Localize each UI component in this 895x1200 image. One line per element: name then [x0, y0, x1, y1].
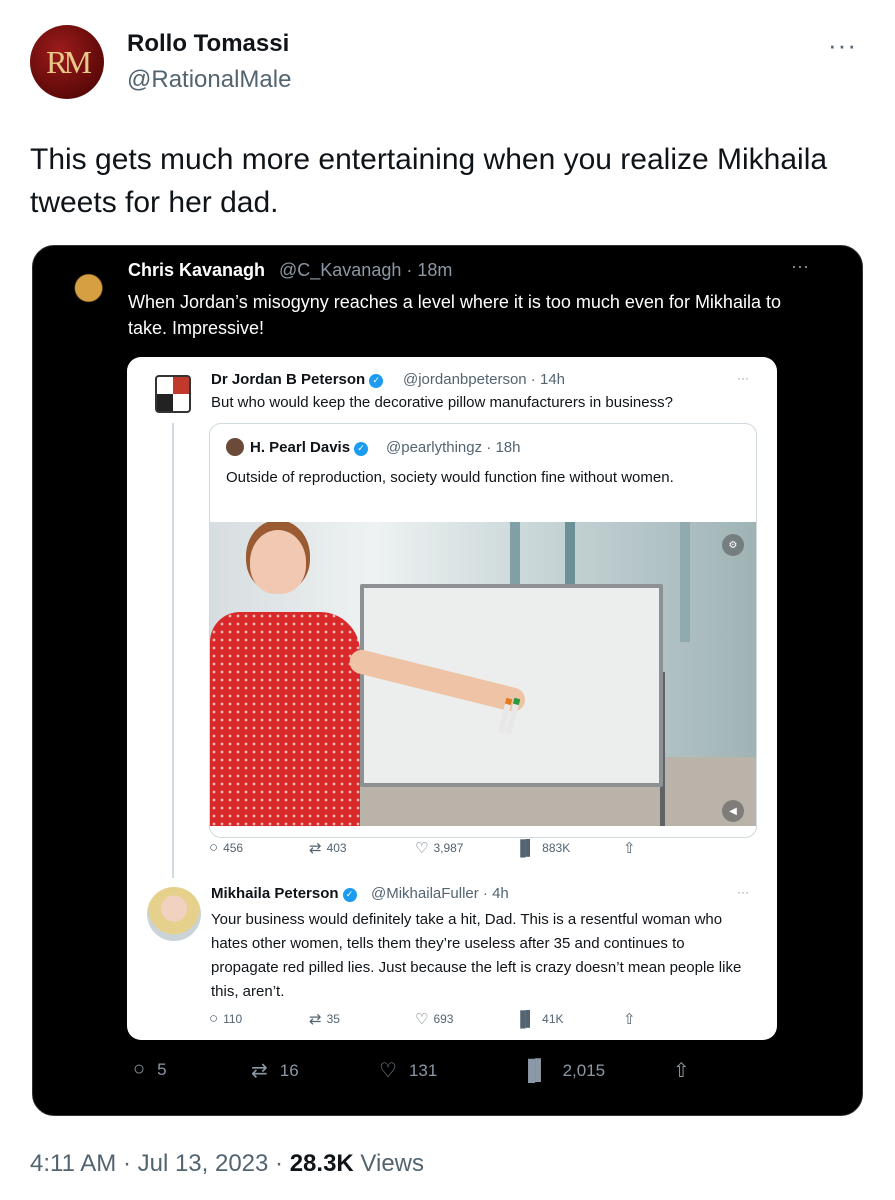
chris-share: ⇧ [673, 1058, 690, 1083]
reply-count: 456 [223, 840, 244, 855]
views-label: Views [360, 1150, 425, 1177]
jordan-name: Dr Jordan B Peterson ✓ [211, 371, 384, 388]
chris-reply-count: ○ 5 [133, 1058, 167, 1081]
retweet-count: 403 [326, 841, 347, 855]
retweet-icon: ⇄ [309, 1011, 322, 1028]
mute-icon: ◀ [722, 800, 744, 822]
author-avatar[interactable]: RM [30, 25, 104, 99]
jordan-handle: @jordanbpeterson · 14h [403, 371, 565, 388]
mikhaila-retweet-count: ⇄ 35 [309, 1010, 340, 1028]
like-count: 693 [433, 1012, 454, 1026]
quoted-tweet: H. Pearl Davis ✓ @pearlythingz · 18h Outs… [209, 423, 757, 838]
mikhaila-handle: @MikhailaFuller · 4h [371, 885, 509, 902]
chris-tweet-text: When Jordan’s misogyny reaches a level w… [128, 292, 781, 338]
jordan-name-text: Dr Jordan B Peterson [211, 371, 366, 388]
reply-count: 110 [223, 1011, 243, 1026]
pearl-name-text: H. Pearl Davis [250, 439, 351, 456]
mikhaila-name: Mikhaila Peterson ✓ [211, 885, 357, 902]
mikhaila-avatar [147, 887, 201, 941]
thread-line [172, 423, 174, 878]
mikhaila-more-icon: ··· [737, 885, 749, 899]
person-dress [210, 612, 360, 826]
retweet-count: 35 [326, 1012, 340, 1026]
chris-name: Chris Kavanagh [128, 260, 266, 280]
timestamp[interactable]: 4:11 AM · Jul 13, 2023 · [30, 1150, 283, 1177]
mikhaila-name-text: Mikhaila Peterson [211, 885, 339, 902]
verified-badge-icon: ✓ [369, 373, 384, 388]
share-icon: ⇧ [623, 840, 636, 857]
chris-view-count: ▐▍ 2,015 [521, 1058, 605, 1083]
curtain-stripe [680, 522, 690, 642]
pearl-avatar [226, 438, 244, 456]
verified-badge-icon: ✓ [354, 441, 369, 456]
person-head [250, 530, 306, 594]
whiteboard [360, 584, 663, 787]
pearl-handle: @pearlythingz · 18h [386, 439, 521, 456]
jordan-reply-count: ○ 456 [209, 839, 243, 856]
gif-settings-icon: ⚙ [722, 534, 744, 556]
mikhaila-view-count: ▐▍ 41K [515, 1010, 564, 1028]
chris-like-count: ♡ 131 [379, 1058, 437, 1083]
tweet-text: This gets much more entertaining when yo… [30, 143, 828, 219]
jordan-retweet-count: ⇄ 403 [309, 839, 347, 857]
retweet-icon: ⇄ [251, 1060, 268, 1082]
quoted-thread-card: Dr Jordan B Peterson ✓ @jordanbpeterson ·… [127, 357, 777, 1040]
like-icon: ♡ [379, 1060, 397, 1082]
jordan-tweet-text: But who would keep the decorative pillow… [211, 394, 673, 411]
reply-icon: ○ [209, 1010, 219, 1027]
pearl-name: H. Pearl Davis ✓ [250, 439, 369, 456]
reply-count: 5 [157, 1059, 167, 1079]
verified-badge-icon: ✓ [342, 887, 357, 902]
tweet-meta: 4:11 AM · Jul 13, 2023 · 28.3K Views [30, 1150, 424, 1178]
retweet-icon: ⇄ [309, 840, 322, 857]
retweet-count: 16 [279, 1060, 299, 1080]
chris-handle: @C_Kavanagh · 18m [279, 260, 453, 280]
reply-icon: ○ [209, 839, 219, 856]
jordan-view-count: ▐▍ 883K [515, 839, 570, 857]
jordan-more-icon: ··· [737, 371, 749, 385]
views-count: 28.3K [289, 1150, 354, 1177]
mikhaila-like-count: ♡ 693 [415, 1010, 453, 1028]
jordan-avatar [155, 375, 191, 413]
like-icon: ♡ [415, 1011, 429, 1028]
reply-icon: ○ [133, 1058, 146, 1080]
mikhaila-reply-count: ○ 110 [209, 1010, 242, 1027]
author-name[interactable]: Rollo Tomassi [127, 30, 289, 58]
share-icon: ⇧ [623, 1011, 636, 1028]
view-count: 41K [542, 1012, 564, 1026]
mikhaila-share: ⇧ [623, 1010, 636, 1028]
chris-more-icon: ··· [791, 256, 809, 276]
views-icon: ▐▍ [515, 1011, 538, 1028]
embedded-screenshot[interactable]: Chris Kavanagh @C_Kavanagh · 18m ··· Whe… [32, 245, 863, 1116]
more-options-icon[interactable]: ··· [828, 30, 857, 61]
like-count: 131 [408, 1060, 438, 1080]
like-count: 3,987 [433, 841, 464, 855]
share-icon: ⇧ [673, 1060, 690, 1082]
views-icon: ▐▍ [521, 1060, 551, 1082]
author-handle[interactable]: @RationalMale [127, 66, 291, 94]
video-thumbnail: ⚙ ◀ [210, 522, 756, 826]
like-icon: ♡ [415, 840, 429, 857]
view-count: 2,015 [562, 1060, 606, 1080]
view-count: 883K [542, 841, 571, 855]
avatar-monogram: RM [46, 43, 92, 80]
jordan-share: ⇧ [623, 839, 636, 857]
chris-avatar [55, 260, 111, 316]
chris-retweet-count: ⇄ 16 [251, 1058, 299, 1083]
jordan-like-count: ♡ 3,987 [415, 839, 463, 857]
mikhaila-tweet-text: Your business would definitely take a hi… [211, 911, 742, 1000]
views-icon: ▐▍ [515, 840, 538, 857]
pearl-tweet-text: Outside of reproduction, society would f… [226, 469, 674, 486]
